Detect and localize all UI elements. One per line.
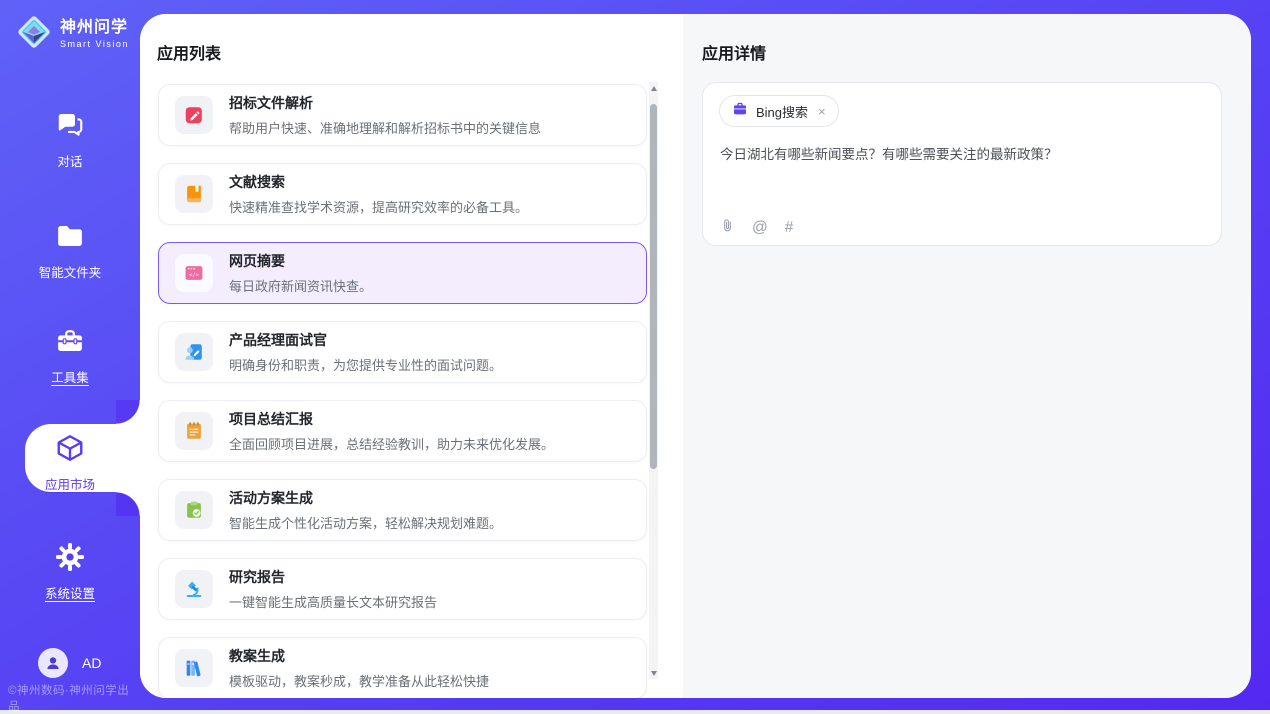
- app-card-literature-search[interactable]: 文献搜索 快速精准查找学术资源，提高研究效率的必备工具。: [158, 163, 647, 225]
- active-nav-curve-top: [116, 400, 140, 424]
- brand-logo: 神州问学 Smart Vision: [15, 13, 129, 56]
- browser-code-icon: </>: [175, 254, 213, 292]
- app-list-scrollbar[interactable]: [649, 82, 658, 679]
- user-account[interactable]: AD: [38, 648, 101, 678]
- books-icon: [175, 649, 213, 687]
- active-nav-curve-bottom: [116, 492, 140, 516]
- tool-tag-label: Bing搜索: [756, 102, 808, 121]
- sidebar-item-label: 应用市场: [45, 474, 95, 493]
- brand-name: 神州问学: [60, 20, 129, 37]
- chat-icon: [55, 110, 85, 145]
- app-name: 产品经理面试官: [229, 330, 502, 350]
- sidebar-item-label: 智能文件夹: [39, 262, 102, 281]
- app-card-event-plan[interactable]: 活动方案生成 智能生成个性化活动方案，轻松解决规划难题。: [158, 479, 647, 541]
- sidebar-item-smart-folder[interactable]: 智能文件夹: [0, 221, 140, 281]
- gear-icon: [55, 542, 85, 577]
- prompt-text-input[interactable]: 今日湖北有哪些新闻要点？有哪些需要关注的最新政策？: [720, 145, 1201, 165]
- sidebar-item-app-market[interactable]: 应用市场: [0, 433, 140, 493]
- app-detail-title: 应用详情: [702, 40, 766, 64]
- app-name: 教案生成: [229, 646, 489, 666]
- app-name: 研究报告: [229, 567, 437, 587]
- main-content: 应用列表 招标文件解析 帮助用户快速、准确地理解和解析招标书中的关键信息: [140, 14, 1251, 698]
- microscope-icon: [175, 570, 213, 608]
- pen-square-icon: [175, 96, 213, 134]
- svg-text:</>: </>: [189, 272, 200, 278]
- app-detail-panel: 应用详情 Bing搜索 × 今日湖北有哪些新闻要点？有哪些需要关注的最新政策？: [683, 14, 1251, 698]
- remove-tag-icon[interactable]: ×: [818, 105, 826, 118]
- interviewer-icon: [175, 333, 213, 371]
- app-card-bid-parse[interactable]: 招标文件解析 帮助用户快速、准确地理解和解析招标书中的关键信息: [158, 84, 647, 146]
- copyright-footer: ©神州数码·神州问学出品: [8, 682, 140, 714]
- app-card-project-summary[interactable]: 项目总结汇报 全面回顾项目进展，总结经验教训，助力未来优化发展。: [158, 400, 647, 462]
- scrollbar-thumb[interactable]: [650, 104, 657, 469]
- input-toolbar: @ #: [720, 217, 793, 239]
- app-description: 帮助用户快速、准确地理解和解析招标书中的关键信息: [229, 118, 541, 137]
- app-description: 每日政府新闻资讯快查。: [229, 276, 372, 295]
- user-name: AD: [82, 655, 101, 671]
- avatar: [38, 648, 68, 678]
- app-name: 网页摘要: [229, 251, 372, 271]
- app-description: 快速精准查找学术资源，提高研究效率的必备工具。: [229, 197, 528, 216]
- app-description: 模板驱动，教案秒成，教学准备从此轻松快捷: [229, 671, 489, 690]
- hash-icon[interactable]: #: [785, 219, 794, 237]
- diamond-logo-icon: [15, 13, 53, 56]
- sidebar-item-chat[interactable]: 对话: [0, 110, 140, 170]
- sidebar-item-label: 工具集: [51, 367, 89, 386]
- app-name: 文献搜索: [229, 172, 528, 192]
- briefcase-icon: [732, 101, 748, 122]
- person-icon: [44, 654, 62, 672]
- brand-tagline: Smart Vision: [60, 40, 129, 49]
- folder-icon: [55, 221, 85, 256]
- app-list-panel: 应用列表 招标文件解析 帮助用户快速、准确地理解和解析招标书中的关键信息: [140, 14, 683, 698]
- clipboard-check-icon: [175, 491, 213, 529]
- app-list-title: 应用列表: [157, 40, 221, 64]
- paperclip-icon[interactable]: [720, 217, 735, 239]
- app-description: 一键智能生成高质量长文本研究报告: [229, 592, 437, 611]
- sidebar-item-toolset[interactable]: 工具集: [0, 326, 140, 386]
- sidebar-item-label: 对话: [57, 151, 82, 170]
- app-card-web-summary[interactable]: </> 网页摘要 每日政府新闻资讯快查。: [158, 242, 647, 304]
- app-description: 智能生成个性化活动方案，轻松解决规划难题。: [229, 513, 502, 532]
- book-icon: [175, 175, 213, 213]
- app-name: 项目总结汇报: [229, 409, 554, 429]
- app-description: 明确身份和职责，为您提供专业性的面试问题。: [229, 355, 502, 374]
- app-description: 全面回顾项目进展，总结经验教训，助力未来优化发展。: [229, 434, 554, 453]
- app-name: 招标文件解析: [229, 93, 541, 113]
- app-card-lesson-plan[interactable]: 教案生成 模板驱动，教案秒成，教学准备从此轻松快捷: [158, 637, 647, 698]
- prompt-card: Bing搜索 × 今日湖北有哪些新闻要点？有哪些需要关注的最新政策？ @ #: [702, 82, 1222, 246]
- sidebar-item-settings[interactable]: 系统设置: [0, 542, 140, 602]
- sidebar: 神州问学 Smart Vision 对话 智能文件夹: [0, 0, 140, 710]
- mention-at-icon[interactable]: @: [752, 219, 768, 237]
- app-card-research-report[interactable]: 研究报告 一键智能生成高质量长文本研究报告: [158, 558, 647, 620]
- scroll-down-arrow-icon[interactable]: [649, 667, 658, 679]
- notepad-icon: [175, 412, 213, 450]
- toolbox-icon: [55, 326, 85, 361]
- app-frame: 神州问学 Smart Vision 对话 智能文件夹: [0, 0, 1270, 710]
- scroll-up-arrow-icon[interactable]: [649, 82, 658, 94]
- app-card-pm-interviewer[interactable]: 产品经理面试官 明确身份和职责，为您提供专业性的面试问题。: [158, 321, 647, 383]
- sidebar-item-label: 系统设置: [45, 583, 95, 602]
- app-name: 活动方案生成: [229, 488, 502, 508]
- cube-icon: [55, 433, 85, 468]
- tool-tag-bing-search[interactable]: Bing搜索 ×: [719, 95, 839, 127]
